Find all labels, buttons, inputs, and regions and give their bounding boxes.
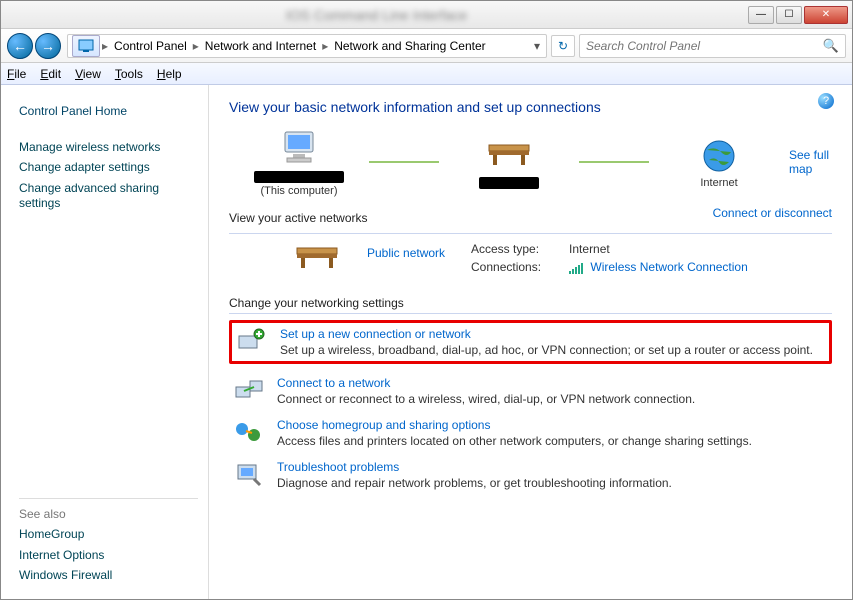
task-title[interactable]: Choose homegroup and sharing options: [277, 418, 752, 432]
signal-bars-icon: [569, 262, 583, 274]
breadcrumb-network-internet[interactable]: Network and Internet: [201, 39, 320, 53]
search-icon[interactable]: 🔍: [823, 38, 839, 54]
task-desc: Connect or reconnect to a wireless, wire…: [277, 392, 695, 406]
breadcrumb[interactable]: ▸ Control Panel ▸ Network and Internet ▸…: [67, 34, 547, 58]
menu-view[interactable]: View: [75, 67, 101, 81]
window-title-blurred: IOS Command Line Interface: [286, 7, 467, 23]
window: IOS Command Line Interface — ☐ ✕ ← → ▸ C…: [0, 0, 853, 600]
troubleshoot-icon: [233, 460, 265, 488]
chevron-right-icon[interactable]: ▸: [102, 39, 108, 53]
task-homegroup-sharing[interactable]: Choose homegroup and sharing options Acc…: [229, 412, 832, 454]
redacted-label: [479, 177, 539, 189]
breadcrumb-dropdown-icon[interactable]: ▾: [532, 39, 542, 53]
internet-label: Internet: [649, 177, 789, 189]
active-networks-label: View your active networks: [229, 211, 368, 225]
bench-icon: [439, 133, 579, 175]
globe-icon: [649, 135, 789, 177]
page-title: View your basic network information and …: [229, 99, 832, 115]
sidebar-link-adapter[interactable]: Change adapter settings: [19, 160, 198, 176]
change-settings-label: Change your networking settings: [229, 296, 832, 314]
task-desc: Diagnose and repair network problems, or…: [277, 476, 672, 490]
main-panel: ? View your basic network information an…: [209, 85, 852, 599]
sidebar-seealso-firewall[interactable]: Windows Firewall: [19, 568, 198, 584]
close-button[interactable]: ✕: [804, 6, 848, 24]
connections-label: Connections:: [471, 260, 541, 274]
see-full-map-link[interactable]: See full map: [789, 148, 830, 176]
access-type-value: Internet: [569, 242, 748, 256]
minimize-button[interactable]: —: [748, 6, 774, 24]
task-desc: Access files and printers located on oth…: [277, 434, 752, 448]
map-router: [439, 133, 579, 191]
back-button[interactable]: ←: [7, 33, 33, 59]
map-connection-line: [369, 161, 439, 163]
content-area: Control Panel Home Manage wireless netwo…: [1, 85, 852, 599]
map-connection-line: [579, 161, 649, 163]
menu-tools[interactable]: Tools: [115, 67, 143, 81]
chevron-right-icon[interactable]: ▸: [322, 39, 328, 53]
task-troubleshoot[interactable]: Troubleshoot problems Diagnose and repai…: [229, 454, 832, 496]
sidebar-link-wireless[interactable]: Manage wireless networks: [19, 140, 198, 156]
sidebar-seealso-internet-options[interactable]: Internet Options: [19, 548, 198, 564]
map-internet: Internet: [649, 135, 789, 189]
address-bar: ← → ▸ Control Panel ▸ Network and Intern…: [1, 29, 852, 63]
breadcrumb-network-sharing[interactable]: Network and Sharing Center: [330, 39, 489, 53]
connect-network-icon: [233, 376, 265, 404]
sidebar-seealso-homegroup[interactable]: HomeGroup: [19, 527, 198, 543]
task-connect-network[interactable]: Connect to a network Connect or reconnec…: [229, 370, 832, 412]
task-desc: Set up a wireless, broadband, dial-up, a…: [280, 343, 813, 357]
setup-connection-icon: [236, 327, 268, 355]
forward-button[interactable]: →: [35, 33, 61, 59]
connect-disconnect-link[interactable]: Connect or disconnect: [713, 206, 832, 220]
computer-icon: [229, 127, 369, 169]
task-title[interactable]: Troubleshoot problems: [277, 460, 672, 474]
see-also-label: See also: [19, 498, 198, 521]
search-box[interactable]: 🔍: [579, 34, 846, 58]
task-title[interactable]: Set up a new connection or network: [280, 327, 813, 341]
control-panel-icon[interactable]: [72, 35, 100, 57]
breadcrumb-control-panel[interactable]: Control Panel: [110, 39, 191, 53]
redacted-label: [587, 276, 647, 286]
menu-file[interactable]: File: [7, 67, 26, 81]
sidebar-link-advanced-sharing[interactable]: Change advanced sharing settings: [19, 181, 198, 212]
maximize-button[interactable]: ☐: [776, 6, 802, 24]
this-computer-label: (This computer): [229, 185, 369, 197]
connection-link[interactable]: Wireless Network Connection: [590, 260, 747, 274]
sidebar-home[interactable]: Control Panel Home: [19, 104, 198, 120]
redacted-label: [254, 171, 344, 183]
bench-icon: [293, 242, 343, 275]
access-type-label: Access type:: [471, 242, 541, 256]
refresh-button[interactable]: ↻: [551, 35, 575, 57]
map-this-computer: (This computer): [229, 127, 369, 197]
menu-help[interactable]: Help: [157, 67, 182, 81]
help-icon[interactable]: ?: [818, 93, 834, 109]
search-input[interactable]: [586, 39, 823, 53]
menu-edit[interactable]: Edit: [40, 67, 61, 81]
chevron-right-icon[interactable]: ▸: [193, 39, 199, 53]
active-network: Public network Access type: Connections:…: [229, 242, 832, 286]
network-map: (This computer) Internet: [229, 127, 789, 197]
task-setup-connection[interactable]: Set up a new connection or network Set u…: [229, 320, 832, 364]
homegroup-icon: [233, 418, 265, 446]
task-title[interactable]: Connect to a network: [277, 376, 695, 390]
menu-bar: File Edit View Tools Help: [1, 63, 852, 85]
sidebar: Control Panel Home Manage wireless netwo…: [1, 85, 209, 599]
titlebar: IOS Command Line Interface — ☐ ✕: [1, 1, 852, 29]
network-type-link[interactable]: Public network: [367, 246, 445, 260]
